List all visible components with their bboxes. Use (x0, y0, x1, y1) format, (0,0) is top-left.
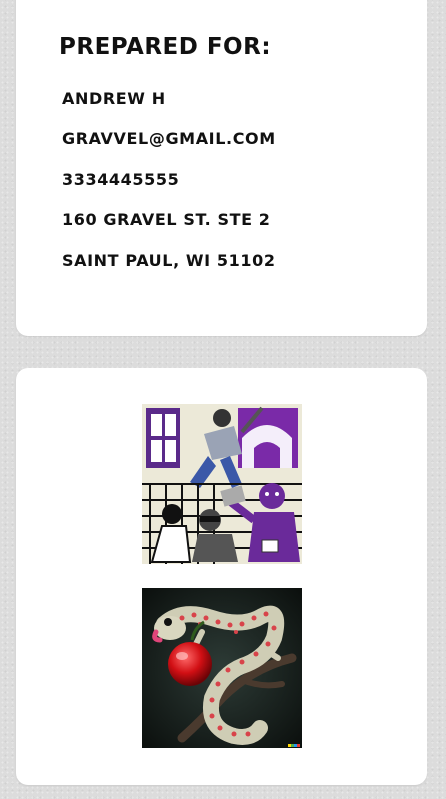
prepared-for-card: PREPARED FOR: ANDREW H GRAVVEL@GMAIL.COM… (16, 0, 427, 336)
abstract-people-image[interactable] (142, 404, 302, 564)
client-phone: 3334445555 (62, 170, 180, 189)
client-address-line1: 160 GRAVEL ST. STE 2 (62, 210, 271, 229)
client-name: ANDREW H (62, 89, 166, 108)
prepared-for-heading: PREPARED FOR: (59, 34, 272, 60)
image-gallery-card (16, 368, 427, 785)
gecko-cherry-image[interactable] (142, 588, 302, 748)
gecko-with-cherry-artwork-icon (142, 588, 302, 748)
abstract-people-artwork-icon (142, 404, 302, 564)
client-email: GRAVVEL@GMAIL.COM (62, 129, 276, 148)
client-address-line2: SAINT PAUL, WI 51102 (62, 251, 276, 270)
